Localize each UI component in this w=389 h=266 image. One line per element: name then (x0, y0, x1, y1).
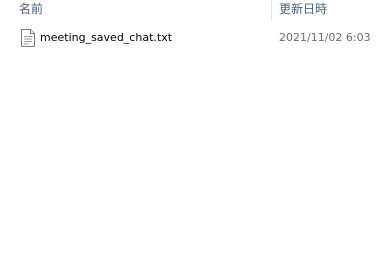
file-row[interactable]: meeting_saved_chat.txt 2021/11/02 6:03 (0, 28, 389, 50)
column-header-bar: 名前 更新日時 (0, 0, 389, 20)
column-header-name[interactable]: 名前 (19, 1, 43, 17)
file-date-modified: 2021/11/02 6:03 (279, 31, 371, 44)
text-file-icon (21, 29, 35, 47)
file-name: meeting_saved_chat.txt (40, 31, 173, 44)
column-divider[interactable] (271, 0, 272, 20)
column-header-date-modified[interactable]: 更新日時 (279, 1, 327, 17)
file-list-pane: 名前 更新日時 meeting_saved_chat.txt 2021/11/0… (0, 0, 389, 266)
